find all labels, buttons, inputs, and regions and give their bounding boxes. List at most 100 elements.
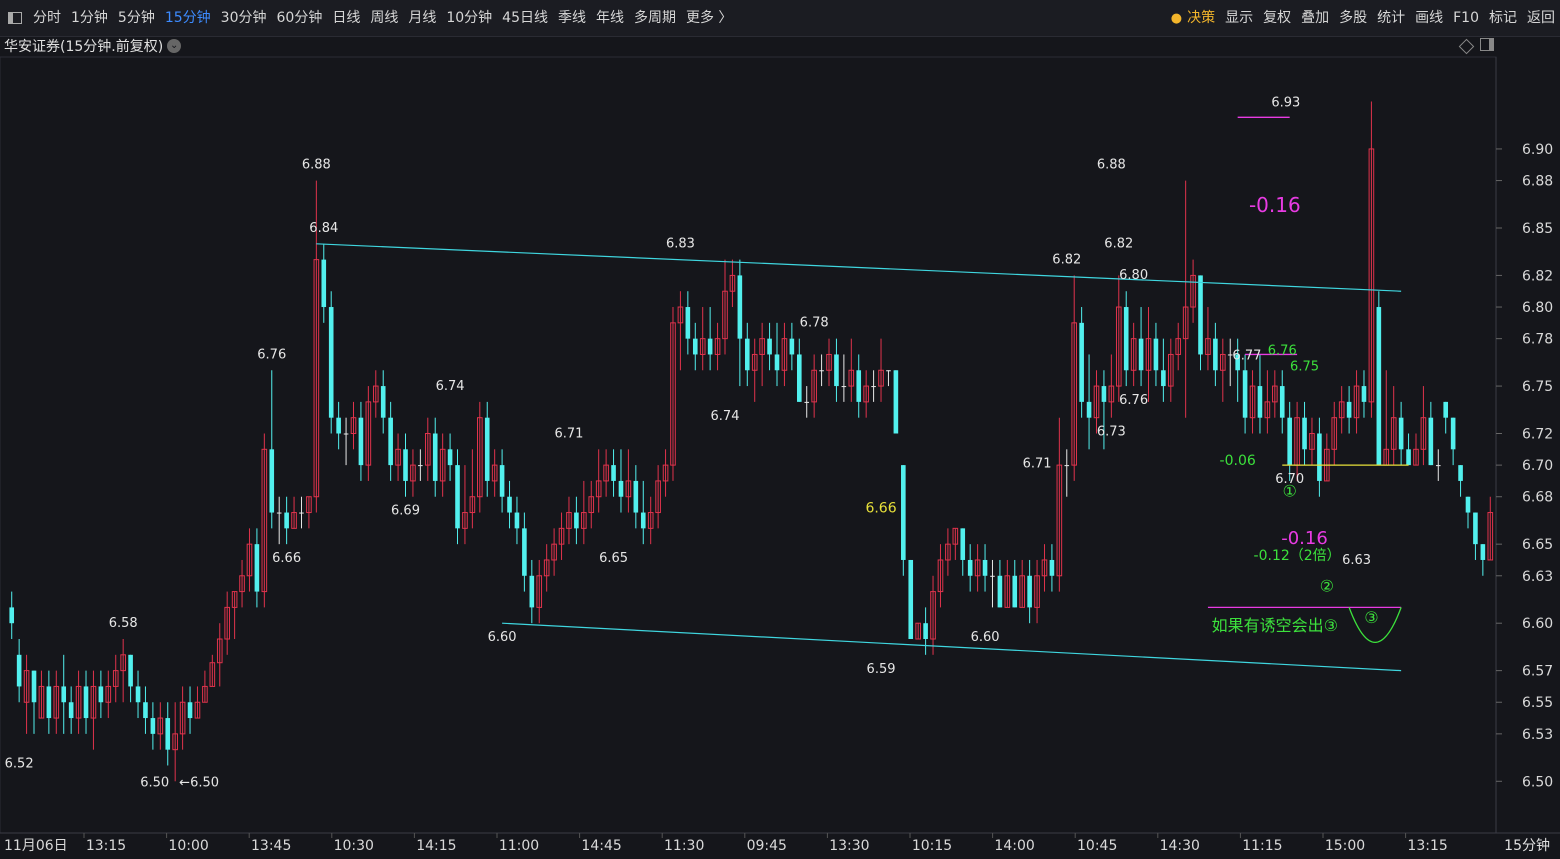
candle-body: [960, 528, 966, 560]
x-tick-label: 15:00: [1325, 838, 1365, 854]
candle-body: [98, 686, 104, 703]
candle-body: [336, 417, 341, 434]
stock-title: 华安证券(15分钟.前复权): [4, 39, 164, 55]
annotation-text: 6.76: [1268, 343, 1297, 358]
toolbar-action[interactable]: 多股: [1334, 0, 1372, 36]
annotation-text: 如果有诱空会出③: [1212, 616, 1338, 635]
price-label: 6.63: [1342, 553, 1371, 568]
toolbar-action[interactable]: F10: [1448, 0, 1484, 36]
candle-body: [358, 417, 364, 466]
price-label: 6.52: [5, 757, 34, 772]
price-label: 6.77: [1232, 348, 1261, 363]
period-tab[interactable]: 年线: [591, 0, 629, 36]
candle-body: [1049, 559, 1055, 576]
period-tab[interactable]: 周线: [365, 0, 403, 36]
annotation-text: -0.16: [1249, 193, 1301, 217]
toolbar-action[interactable]: 统计: [1372, 0, 1410, 36]
toolbar-action[interactable]: 画线: [1410, 0, 1448, 36]
candle-body: [774, 354, 780, 371]
candle-body: [1153, 338, 1159, 371]
candle-body: [1213, 338, 1218, 371]
candle-body: [68, 702, 74, 719]
candle-body: [871, 386, 876, 388]
period-tab[interactable]: 分时: [28, 0, 66, 36]
period-tab[interactable]: 30分钟: [216, 0, 272, 36]
period-tab[interactable]: 多周期: [629, 0, 681, 36]
period-tab[interactable]: 5分钟: [113, 0, 160, 36]
candle-body: [1064, 465, 1070, 467]
price-label: 6.82: [1052, 252, 1081, 267]
period-tab[interactable]: 15分钟: [160, 0, 216, 36]
candle-body: [187, 702, 193, 719]
y-tick-label: 6.57: [1522, 664, 1553, 680]
candle-body: [1346, 401, 1352, 418]
toolbar-action[interactable]: 复权: [1258, 0, 1296, 36]
price-label: 6.76: [1119, 393, 1148, 408]
period-tab[interactable]: 日线: [327, 0, 365, 36]
candle-body: [150, 718, 156, 734]
candle-body: [135, 686, 141, 703]
candle-body: [908, 559, 914, 640]
candle-body: [1406, 449, 1411, 466]
candle-body: [9, 607, 15, 624]
window-layout-icon[interactable]: [8, 12, 22, 24]
x-tick-label: 10:30: [334, 838, 374, 854]
toolbar-action[interactable]: 返回: [1522, 0, 1560, 36]
panel-toggle-icon[interactable]: [1480, 38, 1494, 51]
toolbar-action[interactable]: 标记: [1484, 0, 1522, 36]
period-tab[interactable]: 45日线: [497, 0, 553, 36]
candle-body: [692, 338, 698, 355]
chevron-down-icon[interactable]: ⌄: [167, 39, 182, 53]
annotation-text: 6.75: [1290, 359, 1319, 374]
period-tab[interactable]: 10分钟: [441, 0, 497, 36]
decision-button[interactable]: 决策: [1182, 0, 1220, 36]
candlestick-chart[interactable]: 6.90 6.88 6.85 6.82 6.80 6.78 6.75 6.72 6.70 6.68…: [0, 0, 1560, 859]
period-label: 15分钟: [1504, 838, 1550, 854]
period-tab[interactable]: 1分钟: [66, 0, 113, 36]
x-tick-label: 11月06日: [4, 838, 68, 854]
candle-body: [1398, 417, 1404, 450]
candle-body: [284, 512, 289, 529]
y-tick-label: 6.55: [1522, 695, 1553, 711]
price-label: 6.84: [309, 221, 338, 236]
candle-body: [1027, 575, 1032, 608]
candle-body: [923, 623, 928, 640]
candle-body: [1443, 401, 1449, 418]
price-label: 6.82: [1104, 237, 1133, 252]
period-tab[interactable]: 60分钟: [272, 0, 328, 36]
price-label: 6.83: [666, 237, 695, 252]
candle-body: [1123, 307, 1129, 371]
price-label: 6.65: [599, 551, 628, 566]
toolbar-action[interactable]: 显示: [1220, 0, 1258, 36]
candle-body: [1473, 512, 1478, 545]
candle-body: [31, 670, 37, 703]
annotation-text: ①: [1283, 482, 1297, 501]
candle-body: [1361, 386, 1367, 402]
period-tab[interactable]: 更多 〉: [681, 0, 737, 36]
candle-body: [1012, 575, 1018, 608]
x-tick-label: 09:45: [747, 838, 787, 854]
period-tabs: 分时 1分钟 5分钟 15分钟 30分钟 60分钟 日线 周线 月线 10分钟 45日线 季线 年线 多周…: [28, 0, 737, 36]
price-label: 6.74: [711, 409, 740, 424]
candle-body: [990, 575, 995, 577]
toolbar-action[interactable]: 叠加: [1296, 0, 1334, 36]
price-label: 6.71: [554, 426, 583, 441]
candle-body: [432, 433, 438, 481]
y-tick-label: 6.85: [1522, 221, 1553, 237]
period-tab[interactable]: 月线: [403, 0, 441, 36]
candle-body: [343, 433, 349, 435]
y-tick-label: 6.53: [1522, 727, 1553, 743]
channel-line: [316, 243, 1402, 292]
candle-body: [16, 654, 22, 687]
candle-body: [574, 512, 579, 529]
diamond-icon[interactable]: [1458, 38, 1475, 55]
period-tab[interactable]: 季线: [553, 0, 591, 36]
candle-body: [1079, 322, 1084, 402]
candle-body: [321, 259, 327, 308]
candle-body: [143, 702, 148, 719]
candle-body: [707, 338, 713, 355]
candle-body: [893, 370, 899, 434]
x-tick-label: 11:15: [1242, 838, 1282, 854]
y-tick-label: 6.88: [1522, 174, 1553, 190]
candle-body: [804, 401, 810, 403]
